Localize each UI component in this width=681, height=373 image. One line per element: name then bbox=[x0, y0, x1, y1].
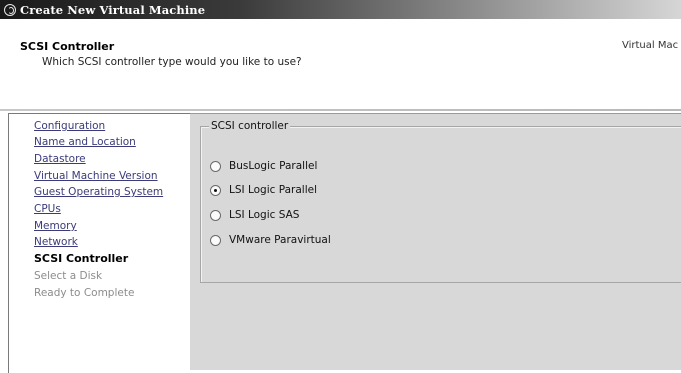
title-bar: Create New Virtual Machine bbox=[0, 0, 681, 19]
option-buslogic-parallel[interactable]: BusLogic Parallel bbox=[210, 160, 317, 172]
sidebar-item-name-and-location[interactable]: Name and Location bbox=[34, 136, 136, 148]
sidebar-item-scsi-controller: SCSI Controller bbox=[34, 252, 129, 265]
radio-button-selected[interactable] bbox=[210, 184, 221, 196]
sidebar-item-select-a-disk: Select a Disk bbox=[34, 270, 103, 282]
radio-button[interactable] bbox=[210, 209, 221, 221]
sidebar-item-configuration[interactable]: Configuration bbox=[34, 120, 105, 132]
content-panel: SCSI controller BusLogic Parallel LSI Lo… bbox=[190, 113, 681, 370]
sidebar-item-datastore[interactable]: Datastore bbox=[34, 153, 86, 165]
radio-label[interactable]: LSI Logic Parallel bbox=[229, 184, 317, 196]
sidebar-item-vm-version[interactable]: Virtual Machine Version bbox=[34, 170, 158, 182]
option-vmware-paravirtual[interactable]: VMware Paravirtual bbox=[210, 234, 331, 246]
sidebar-item-guest-os[interactable]: Guest Operating System bbox=[34, 186, 163, 198]
header-right-label: Virtual Mac bbox=[622, 40, 679, 51]
page-subtitle: Which SCSI controller type would you lik… bbox=[42, 56, 302, 68]
radio-button[interactable] bbox=[210, 234, 221, 246]
scsi-controller-group: SCSI controller BusLogic Parallel LSI Lo… bbox=[200, 120, 681, 283]
sidebar-item-memory[interactable]: Memory bbox=[34, 220, 77, 232]
page-title: SCSI Controller bbox=[20, 40, 115, 53]
header-divider bbox=[0, 109, 681, 111]
sidebar-item-ready-to-complete: Ready to Complete bbox=[34, 287, 135, 299]
group-legend: SCSI controller bbox=[209, 120, 291, 132]
option-lsi-logic-parallel[interactable]: LSI Logic Parallel bbox=[210, 184, 317, 196]
radio-label[interactable]: LSI Logic SAS bbox=[229, 209, 299, 221]
wizard-steps-sidebar: Configuration Name and Location Datastor… bbox=[8, 113, 190, 373]
radio-button[interactable] bbox=[210, 160, 221, 172]
sidebar-item-cpus[interactable]: CPUs bbox=[34, 203, 61, 215]
option-lsi-logic-sas[interactable]: LSI Logic SAS bbox=[210, 209, 299, 221]
sidebar-item-network[interactable]: Network bbox=[34, 236, 78, 248]
radio-label[interactable]: VMware Paravirtual bbox=[229, 234, 331, 246]
app-circle-icon bbox=[4, 3, 16, 16]
window-title: Create New Virtual Machine bbox=[20, 2, 206, 17]
radio-label[interactable]: BusLogic Parallel bbox=[229, 160, 317, 172]
